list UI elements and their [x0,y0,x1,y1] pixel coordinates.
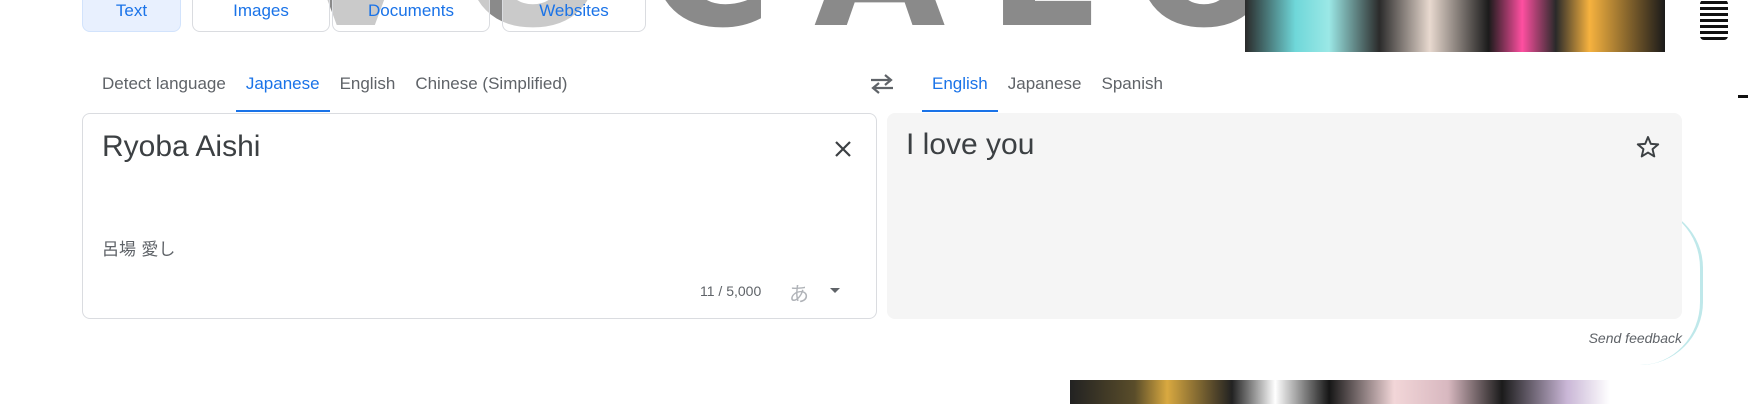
target-lang-english[interactable]: English [922,56,998,112]
close-icon [835,141,851,157]
target-language-bar: English Japanese Spanish [922,56,1173,112]
background-anime-art-top [1245,0,1665,52]
character-count: 11 / 5,000 [700,283,762,299]
input-tools-dropdown-icon[interactable] [830,288,840,293]
source-text-panel[interactable]: Ryoba Aishi 呂場 愛し 11 / 5,000 あ [82,113,877,319]
background-anime-art-bottom [1070,380,1610,404]
target-lang-spanish[interactable]: Spanish [1092,56,1173,112]
source-text-input[interactable]: Ryoba Aishi [102,130,260,164]
source-lang-english[interactable]: English [330,56,406,112]
source-lang-chinese-simplified[interactable]: Chinese (Simplified) [405,56,577,112]
save-translation-button[interactable] [1632,131,1664,163]
tab-text[interactable]: Text [82,0,181,32]
star-outline-icon [1636,136,1660,158]
translation-output-panel: I love you [887,113,1682,319]
tab-images[interactable]: Images [192,0,330,32]
clear-source-button[interactable] [828,134,858,164]
send-feedback-link[interactable]: Send feedback [1589,330,1682,346]
swap-languages-button[interactable] [866,68,898,100]
target-lang-japanese[interactable]: Japanese [998,56,1092,112]
swap-horiz-icon [871,74,893,94]
translation-text: I love you [906,128,1035,161]
input-tools-button[interactable]: あ [789,278,809,307]
background-dash [1738,95,1748,98]
tab-documents[interactable]: Documents [332,0,490,32]
source-language-bar: Detect language Japanese English Chinese… [92,56,577,112]
source-lang-detect[interactable]: Detect language [92,56,236,112]
source-lang-japanese[interactable]: Japanese [235,56,330,112]
source-transliteration: 呂場 愛し [102,240,176,260]
background-art-right [1700,0,1728,40]
tab-websites[interactable]: Websites [502,0,646,32]
